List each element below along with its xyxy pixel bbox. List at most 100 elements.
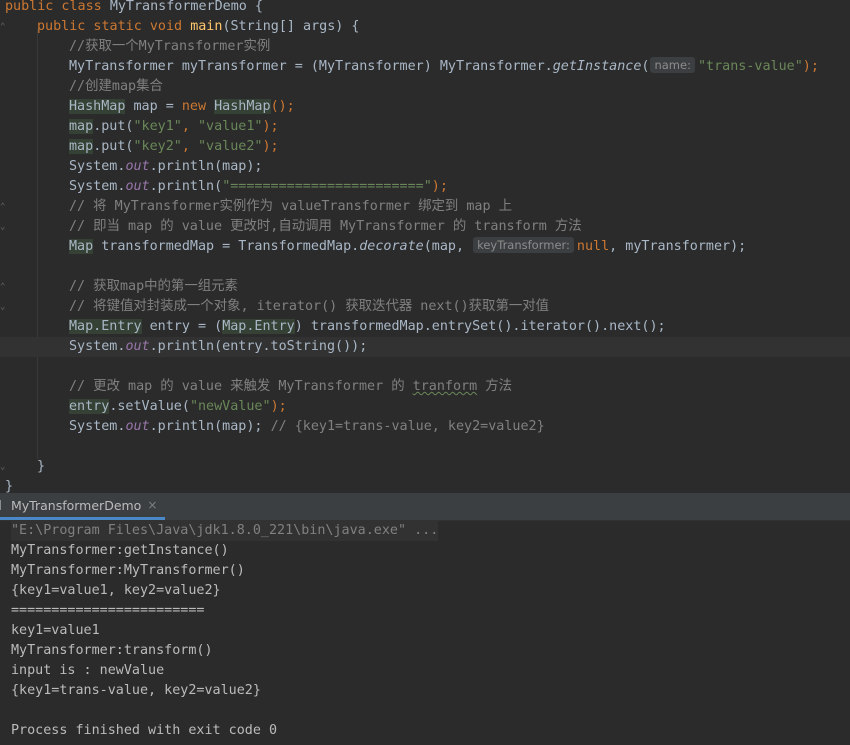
typo-word: tranform bbox=[412, 379, 478, 394]
fold-icon[interactable]: ⌃ bbox=[0, 202, 8, 212]
console-line: MyTransformer:MyTransformer() bbox=[11, 563, 245, 578]
code-text: .println(map); bbox=[149, 419, 271, 434]
console-line: {key1=trans-value, key2=value2} bbox=[11, 683, 261, 698]
keyword: public static void bbox=[37, 19, 191, 34]
console-line: key1=value1 bbox=[11, 623, 100, 638]
type-name: Map.Entry bbox=[69, 319, 142, 334]
keyword: null bbox=[576, 239, 610, 254]
code-line[interactable]: map.put("key1", "value1"); bbox=[69, 117, 279, 137]
keyword: new bbox=[181, 99, 207, 114]
code-line[interactable]: MyTransformer myTransformer = (MyTransfo… bbox=[69, 57, 819, 77]
console-line: MyTransformer:getInstance() bbox=[11, 543, 229, 558]
comma: , bbox=[181, 139, 198, 154]
code-text: entry = ( bbox=[141, 319, 223, 334]
code-comment[interactable]: // 将键值对封装成一个对象, iterator() 获取迭代器 next()获… bbox=[69, 297, 549, 317]
method-call: .put( bbox=[93, 119, 134, 134]
static-field: out bbox=[125, 419, 150, 434]
console-output[interactable]: "E:\Program Files\Java\jdk1.8.0_221\bin\… bbox=[11, 521, 439, 741]
code-comment[interactable]: //获取一个MyTransformer实例 bbox=[69, 37, 270, 57]
code-comment[interactable]: // 即当 map 的 value 更改时,自动调用 MyTransformer… bbox=[69, 217, 582, 237]
fold-icon[interactable]: ⌄ bbox=[0, 462, 8, 472]
close-icon[interactable]: × bbox=[147, 498, 157, 512]
code-line[interactable]: Map.Entry entry = (Map.Entry) transforme… bbox=[69, 317, 666, 337]
identifier: map bbox=[69, 139, 94, 154]
terminator: ); bbox=[262, 139, 279, 154]
console-command-line[interactable]: "E:\Program Files\Java\jdk1.8.0_221\bin\… bbox=[11, 521, 439, 541]
class-name: MyTransformerDemo bbox=[109, 0, 247, 14]
code-line[interactable]: public class MyTransformerDemo { bbox=[5, 0, 263, 17]
comment-text: 方法 bbox=[477, 379, 512, 394]
identifier: map bbox=[69, 119, 94, 134]
fold-icon[interactable]: ⌃ bbox=[0, 282, 8, 292]
code-text: transformedMap = TransformedMap. bbox=[93, 239, 360, 254]
console-line: input is : newValue bbox=[11, 663, 165, 678]
terminator: (); bbox=[270, 99, 295, 114]
tab-run-mytransformerdemo[interactable]: MyTransformerDemo × bbox=[0, 493, 166, 520]
code-line[interactable]: System.out.println("====================… bbox=[69, 177, 448, 197]
fold-icon[interactable]: ⌄ bbox=[0, 302, 8, 312]
code-line[interactable]: System.out.println(map); // {key1=trans-… bbox=[69, 417, 545, 437]
terminator: ); bbox=[431, 179, 448, 194]
fold-icon[interactable]: ⌄ bbox=[0, 222, 8, 232]
run-panel: MyTransformerDemo × "E:\Program Files\Ja… bbox=[0, 493, 850, 745]
comment-text: // 更改 map 的 value 来触发 MyTransformer 的 bbox=[69, 379, 413, 394]
code-text: System. bbox=[69, 159, 126, 174]
code-text: ) transformedMap.entrySet().iterator().n… bbox=[294, 319, 666, 334]
code-line[interactable]: map.put("key2", "value2"); bbox=[69, 137, 279, 157]
static-field: out bbox=[125, 339, 150, 354]
indent-guide bbox=[37, 29, 38, 459]
code-text: , myTransformer); bbox=[609, 239, 747, 254]
code-line[interactable]: public static void main(String[] args) { bbox=[37, 17, 360, 37]
method-name: main bbox=[190, 19, 223, 34]
console-line: ======================== bbox=[11, 603, 205, 618]
code-comment[interactable]: //创建map集合 bbox=[69, 77, 163, 97]
type-name: HashMap bbox=[214, 99, 271, 114]
code-editor[interactable]: ⌃ ⌃ ⌄ ⌃ ⌄ ⌄ public class MyTransformerDe… bbox=[0, 0, 850, 493]
code-line[interactable]: Map transformedMap = TransformedMap.deco… bbox=[69, 237, 746, 257]
console-line: MyTransformer:transform() bbox=[11, 643, 213, 658]
code-comment[interactable]: // 获取map中的第一组元素 bbox=[69, 277, 238, 297]
code-comment[interactable]: // 将 MyTransformer实例作为 valueTransformer … bbox=[69, 197, 512, 217]
string-literal: "key1" bbox=[133, 119, 182, 134]
code-text: (map, bbox=[423, 239, 473, 254]
closing-brace: } bbox=[5, 479, 14, 493]
type-name: Map.Entry bbox=[222, 319, 295, 334]
run-tab-bar: MyTransformerDemo × bbox=[0, 493, 850, 521]
comma: , bbox=[181, 119, 198, 134]
console-line: Process finished with exit code 0 bbox=[11, 723, 278, 738]
code-line[interactable]: System.out.println(map); bbox=[69, 157, 263, 177]
tab-label: MyTransformerDemo bbox=[11, 497, 142, 513]
string-literal: "value2" bbox=[198, 139, 263, 154]
code-line[interactable]: entry.setValue("newValue"); bbox=[69, 397, 287, 417]
params: (String[] args) { bbox=[222, 19, 360, 34]
code-text: .println( bbox=[149, 179, 223, 194]
identifier: entry bbox=[69, 399, 110, 414]
code-text: System. bbox=[69, 179, 126, 194]
string-literal: "trans-value" bbox=[697, 59, 803, 74]
code-text: .println(map); bbox=[149, 159, 263, 174]
code-comment[interactable]: // 更改 map 的 value 来触发 MyTransformer 的 tr… bbox=[69, 377, 512, 397]
terminator: ); bbox=[802, 59, 819, 74]
brace: { bbox=[246, 0, 263, 14]
method-call: .put( bbox=[93, 139, 134, 154]
code-text: System. bbox=[69, 419, 126, 434]
static-field: out bbox=[125, 159, 150, 174]
method-call: .setValue( bbox=[109, 399, 190, 414]
param-hint: name: bbox=[650, 57, 695, 73]
string-literal: "key2" bbox=[133, 139, 182, 154]
current-line[interactable]: System.out.println(entry.toString()); bbox=[0, 337, 850, 357]
static-field: out bbox=[125, 179, 150, 194]
code-text: System. bbox=[69, 339, 126, 354]
code-line[interactable]: HashMap map = new HashMap(); bbox=[69, 97, 295, 117]
closing-brace: } bbox=[37, 459, 46, 474]
fold-icon[interactable]: ⌃ bbox=[0, 22, 8, 32]
terminator: ); bbox=[270, 399, 287, 414]
param-hint: keyTransformer: bbox=[473, 237, 574, 253]
code-text: map = bbox=[125, 99, 182, 114]
keyword: public class bbox=[5, 0, 110, 14]
paren: ( bbox=[641, 59, 650, 74]
type-name: HashMap bbox=[69, 99, 126, 114]
string-literal: "newValue" bbox=[189, 399, 271, 414]
